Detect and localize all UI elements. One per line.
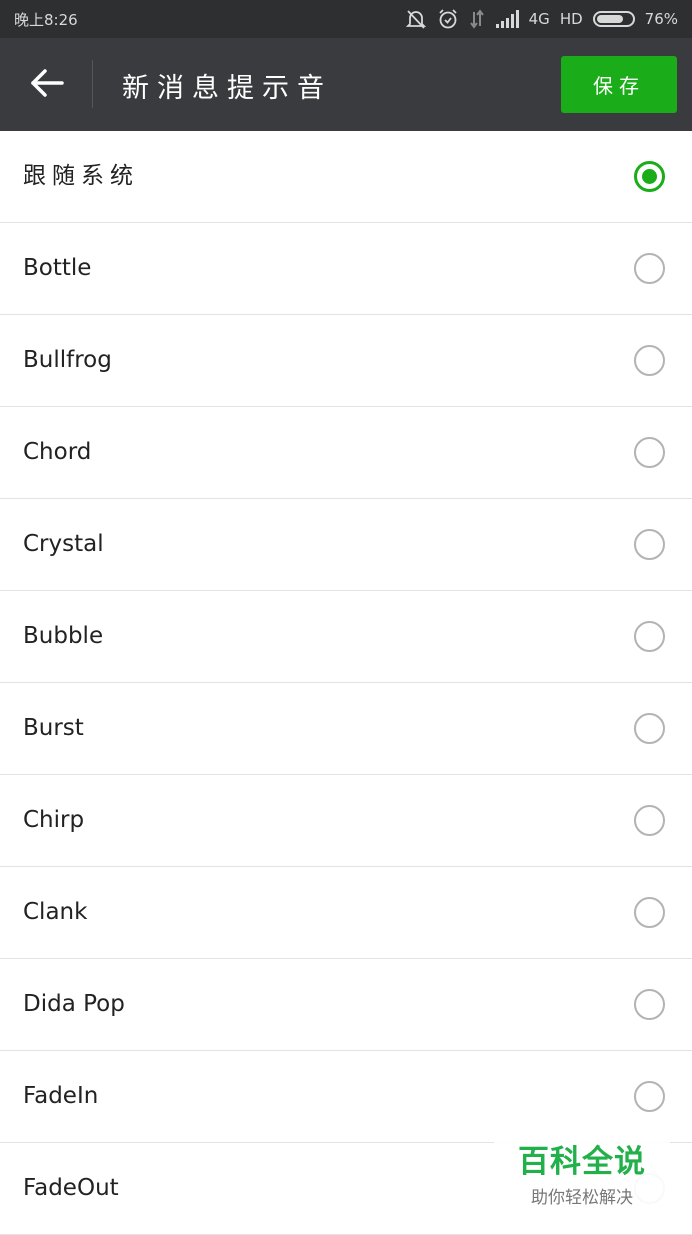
sound-option-row[interactable]: Clank — [0, 867, 692, 959]
network-type: 4G — [528, 10, 550, 28]
sound-option-label: FadeOut — [23, 1175, 119, 1201]
radio-unchecked-icon[interactable] — [634, 529, 665, 560]
data-arrows-icon — [469, 9, 485, 29]
sound-option-row[interactable]: Chirp — [0, 775, 692, 867]
status-icons: 4G HD 76% — [405, 8, 678, 30]
status-bar: 晚上8:26 4G HD 76% — [0, 0, 692, 38]
sound-option-row[interactable]: Bubble — [0, 591, 692, 683]
radio-unchecked-icon[interactable] — [634, 897, 665, 928]
radio-unchecked-icon[interactable] — [634, 253, 665, 284]
sound-option-row[interactable]: Bottle — [0, 223, 692, 315]
sound-option-label: Crystal — [23, 531, 104, 557]
radio-unchecked-icon[interactable] — [634, 437, 665, 468]
arrow-left-icon — [29, 67, 65, 103]
watermark-title: 百科全说 — [518, 1144, 646, 1180]
sound-option-label: Dida Pop — [23, 991, 125, 1017]
watermark-subtitle: 助你轻松解决 — [531, 1188, 633, 1208]
sound-option-row[interactable]: 跟随系统 — [0, 131, 692, 223]
header-divider — [92, 60, 93, 108]
sound-option-label: 跟随系统 — [23, 163, 139, 189]
sound-option-label: Burst — [23, 715, 84, 741]
radio-unchecked-icon[interactable] — [634, 345, 665, 376]
sound-option-label: Clank — [23, 899, 88, 925]
hd-indicator: HD — [559, 10, 583, 28]
battery-percent: 76% — [644, 10, 678, 28]
sound-option-label: Bubble — [23, 623, 104, 649]
radio-unchecked-icon[interactable] — [634, 1081, 665, 1112]
bell-muted-icon — [405, 8, 427, 30]
radio-unchecked-icon[interactable] — [634, 621, 665, 652]
sound-option-row[interactable]: Chord — [0, 407, 692, 499]
sound-option-label: Chord — [23, 439, 92, 465]
sound-option-label: Chirp — [23, 807, 85, 833]
sound-option-label: FadeIn — [23, 1083, 99, 1109]
sound-option-row[interactable]: Crystal — [0, 499, 692, 591]
save-button[interactable]: 保存 — [561, 56, 677, 113]
status-time: 晚上8:26 — [14, 10, 78, 29]
radio-checked-icon[interactable] — [634, 161, 665, 192]
page-title: 新消息提示音 — [122, 73, 332, 104]
alarm-icon — [437, 8, 459, 30]
back-button[interactable] — [20, 58, 74, 112]
radio-unchecked-icon[interactable] — [634, 713, 665, 744]
radio-unchecked-icon[interactable] — [634, 805, 665, 836]
sound-option-label: Bottle — [23, 255, 92, 281]
sound-option-row[interactable]: Bullfrog — [0, 315, 692, 407]
radio-unchecked-icon[interactable] — [634, 989, 665, 1020]
sound-list: 跟随系统 Bottle Bullfrog Chord Crystal Bubble Burs… — [0, 131, 692, 1235]
sound-option-label: Bullfrog — [23, 347, 112, 373]
watermark-logo: 百科全说 助你轻松解决 — [494, 1126, 670, 1230]
battery-icon — [592, 11, 635, 27]
signal-icon — [495, 10, 519, 28]
battery-level-fill — [596, 15, 623, 23]
sound-option-row[interactable]: Burst — [0, 683, 692, 775]
app-bar: 新消息提示音 保存 — [0, 38, 692, 131]
sound-option-row[interactable]: Dida Pop — [0, 959, 692, 1051]
